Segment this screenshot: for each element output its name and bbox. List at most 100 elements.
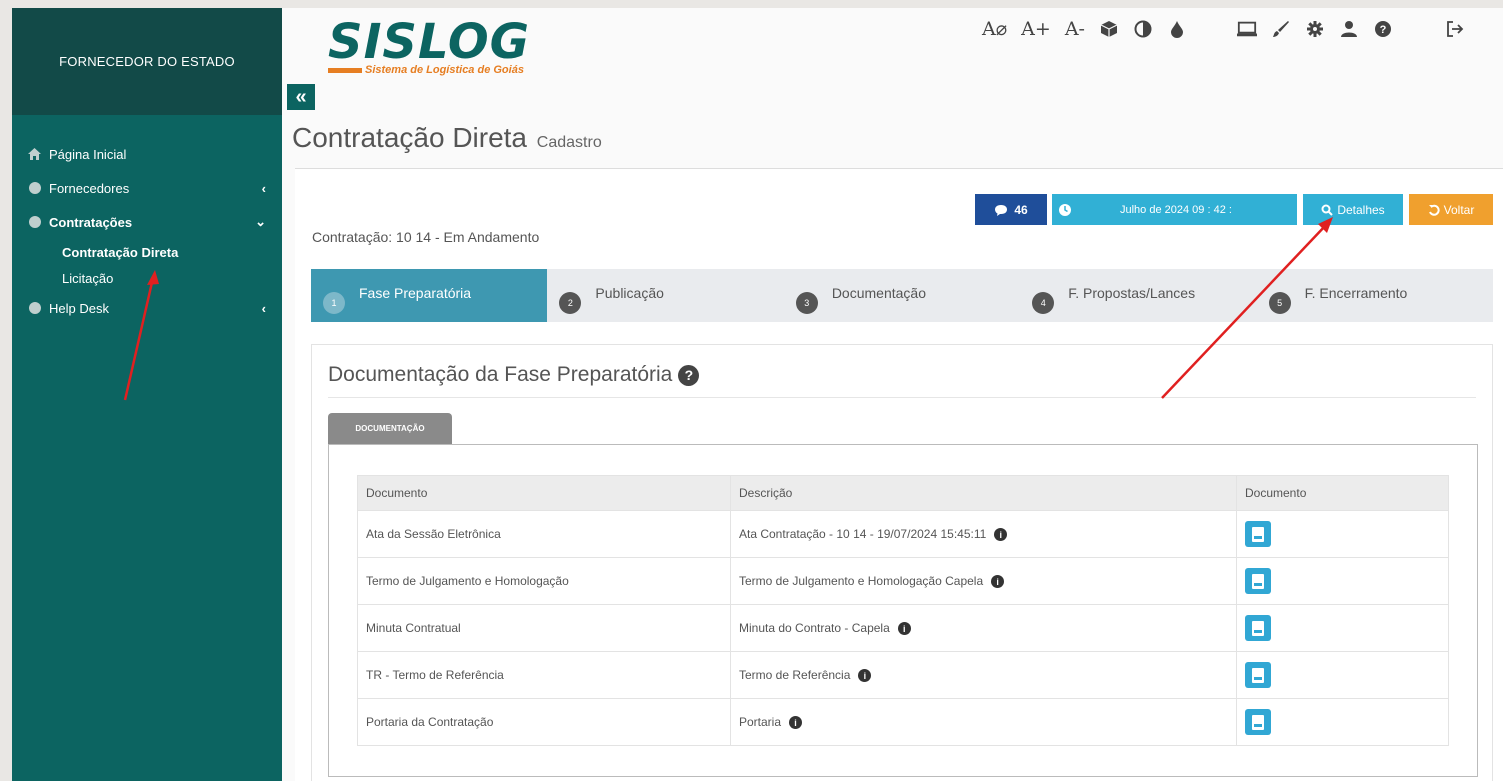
step-number: 2	[559, 291, 582, 314]
contract-panel: Contratação: 10 14 - Em Andamento 46 Jul…	[295, 168, 1503, 781]
comment-icon	[995, 204, 1008, 216]
contract-label: Contratação: 10 14 - Em Andamento	[312, 229, 540, 245]
page-subtitle: Cadastro	[536, 134, 602, 151]
description-text: Termo de Julgamento e Homologação Capela	[739, 573, 984, 588]
drop-icon[interactable]	[1167, 19, 1187, 39]
step-label: F. Encerramento	[1304, 284, 1408, 301]
chevron-down-icon: ⌄	[255, 214, 266, 229]
description-text: Termo de Referência	[739, 667, 851, 682]
column-header: Documento	[357, 475, 731, 511]
column-header: Documento	[1236, 475, 1449, 511]
documentation-title-text: Documentação da Fase Preparatória	[328, 363, 673, 386]
brush-icon[interactable]	[1271, 19, 1291, 39]
logo-title: SISLOG	[328, 14, 531, 70]
document-file-cell	[1236, 698, 1449, 746]
logout-icon[interactable]	[1445, 19, 1465, 39]
monitor-icon[interactable]	[1236, 19, 1257, 39]
question-icon[interactable]: ?	[678, 364, 700, 386]
description-text: Portaria	[739, 714, 782, 729]
details-button[interactable]: Detalhes	[1303, 194, 1403, 225]
collapse-sidebar-button[interactable]: «	[287, 84, 315, 110]
pdf-file-icon[interactable]	[1245, 568, 1271, 594]
step-documentacao[interactable]: 3 Documentação	[784, 269, 1020, 322]
pdf-file-icon[interactable]	[1245, 615, 1271, 641]
step-propostas-lances[interactable]: 4 F. Propostas/Lances	[1020, 269, 1256, 322]
step-number: 4	[1032, 291, 1055, 314]
sidebar-item-label: Página Inicial	[49, 146, 127, 162]
undo-icon	[1428, 204, 1440, 216]
pdf-file-icon[interactable]	[1245, 662, 1271, 688]
gear-icon[interactable]	[1305, 19, 1325, 39]
date-text: Julho de 2024 09 : 42 :	[1120, 203, 1232, 216]
chevron-left-icon: ‹	[261, 300, 266, 316]
pdf-file-icon[interactable]	[1245, 521, 1271, 547]
messages-count: 46	[1014, 202, 1028, 217]
back-button[interactable]: Voltar	[1409, 194, 1493, 225]
sidebar-item-contratacoes[interactable]: Contratações ⌄	[12, 205, 282, 239]
sidebar-item-label: Contratações	[49, 214, 133, 230]
description-text: Minuta do Contrato - Capela	[739, 620, 890, 635]
clock-icon	[1059, 203, 1071, 216]
user-icon[interactable]	[1339, 19, 1359, 39]
document-file-cell	[1236, 604, 1449, 652]
info-icon[interactable]: i	[991, 575, 1005, 589]
contrast-icon[interactable]	[1133, 19, 1153, 39]
sidebar-item-home[interactable]: Página Inicial	[12, 137, 282, 171]
step-fase-preparatoria[interactable]: 1 Fase Preparatória	[311, 269, 548, 322]
tab-content: Documento Descrição Documento Ata da Ses…	[328, 444, 1478, 777]
info-icon[interactable]: i	[994, 528, 1008, 542]
document-name: Portaria da Contratação	[357, 698, 731, 746]
documentation-section: Documentação da Fase Preparatória ? DOCU…	[311, 344, 1493, 781]
logo: SISLOG Sistema de Logística de Goiás	[328, 14, 530, 76]
info-icon[interactable]: i	[858, 669, 872, 683]
document-description: Minuta do Contrato - Capela i	[730, 604, 1237, 652]
cube-icon[interactable]	[1099, 19, 1119, 39]
sidebar-item-label: Fornecedores	[49, 180, 130, 196]
sidebar-header: FORNECEDOR DO ESTADO	[12, 8, 282, 115]
document-name: Minuta Contratual	[357, 604, 731, 652]
step-label: F. Propostas/Lances	[1068, 284, 1196, 301]
step-encerramento[interactable]: 5 F. Encerramento	[1257, 269, 1493, 322]
table-row: Portaria da Contratação Portaria i	[357, 698, 1449, 746]
phase-steps: 1 Fase Preparatória 2 Publicação 3 Docum…	[311, 269, 1493, 322]
sidebar-subitem-licitacao[interactable]: Licitação	[12, 265, 282, 291]
step-publicacao[interactable]: 2 Publicação	[547, 269, 783, 322]
home-icon	[28, 148, 41, 161]
circle-icon	[28, 302, 41, 315]
step-label: Documentação	[831, 284, 926, 301]
table-row: TR - Termo de Referência Termo de Referê…	[357, 651, 1449, 699]
document-description: Termo de Julgamento e Homologação Capela…	[730, 557, 1237, 605]
font-increase-button[interactable]: A+	[1021, 18, 1051, 40]
tab-documentacao[interactable]: DOCUMENTAÇÃO	[328, 413, 452, 444]
circle-icon	[28, 182, 41, 195]
toolbar: A⌀ A+ A- ?	[982, 18, 1465, 40]
circle-icon	[28, 216, 41, 229]
sidebar-item-fornecedores[interactable]: Fornecedores ‹	[12, 171, 282, 205]
main-content: SISLOG Sistema de Logística de Goiás « A…	[282, 8, 1503, 781]
document-name: TR - Termo de Referência	[357, 651, 731, 699]
font-decrease-button[interactable]: A-	[1065, 18, 1085, 40]
document-name: Ata da Sessão Eletrônica	[357, 510, 731, 558]
table-header-row: Documento Descrição Documento	[357, 475, 1449, 511]
sidebar-subitem-contratacao-direta[interactable]: Contratação Direta	[12, 239, 282, 265]
chevron-left-icon: ‹	[261, 180, 266, 196]
help-icon[interactable]: ?	[1373, 19, 1393, 39]
font-reset-button[interactable]: A⌀	[982, 18, 1007, 40]
document-description: Ata Contratação - 10 14 - 19/07/2024 15:…	[730, 510, 1237, 558]
details-label: Detalhes	[1337, 202, 1385, 217]
table-row: Termo de Julgamento e Homologação Termo …	[357, 557, 1449, 605]
sidebar-menu: Página Inicial Fornecedores ‹ Contrataçõ…	[12, 115, 282, 325]
page-title: Contratação Direta Cadastro	[292, 122, 602, 154]
date-time-button[interactable]: Julho de 2024 09 : 42 :	[1052, 194, 1297, 225]
step-label: Publicação	[595, 284, 664, 301]
document-file-cell	[1236, 557, 1449, 605]
pdf-file-icon[interactable]	[1245, 709, 1271, 735]
messages-button[interactable]: 46	[975, 194, 1047, 225]
info-icon[interactable]: i	[789, 716, 803, 730]
page-title-text: Contratação Direta	[292, 122, 528, 153]
user-role: FORNECEDOR DO ESTADO	[59, 54, 235, 69]
search-icon	[1321, 204, 1334, 216]
sidebar-item-help-desk[interactable]: Help Desk ‹	[12, 291, 282, 325]
back-label: Voltar	[1443, 202, 1475, 217]
info-icon[interactable]: i	[897, 622, 911, 636]
